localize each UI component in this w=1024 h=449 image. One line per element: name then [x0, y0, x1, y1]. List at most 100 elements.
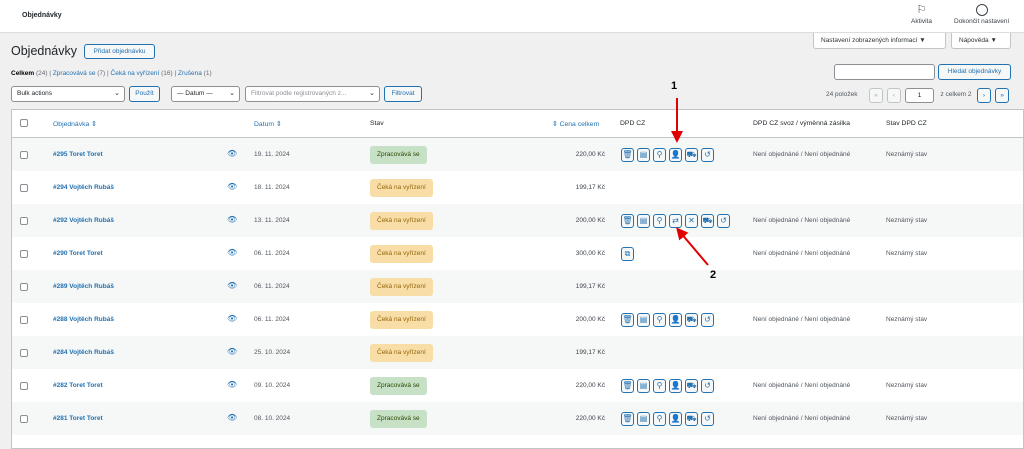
order-total: 199,17 Kč: [575, 283, 605, 290]
dpd-person-icon[interactable]: 👤: [669, 313, 682, 327]
eye-icon[interactable]: 👁: [227, 347, 237, 356]
search-orders-button[interactable]: Hledat objednávky: [938, 64, 1011, 80]
order-link[interactable]: #282 Toret Toret: [53, 382, 103, 389]
search-input[interactable]: [834, 64, 935, 80]
dpd-external-icon[interactable]: ⧉: [621, 247, 634, 261]
activity-button[interactable]: ⚐ Aktivita: [911, 4, 932, 25]
dpd-person-icon[interactable]: 👤: [669, 412, 682, 426]
prev-page-button[interactable]: ‹: [887, 88, 901, 103]
row-checkbox[interactable]: [20, 316, 28, 324]
order-link[interactable]: #288 Vojtěch Rubáš: [53, 316, 114, 323]
dpd-search-icon[interactable]: ⚲: [653, 148, 666, 162]
last-page-button[interactable]: »: [995, 88, 1009, 103]
dpd-doc-icon[interactable]: ▤: [637, 148, 650, 162]
eye-icon[interactable]: 👁: [227, 248, 237, 257]
dpd-truck-icon[interactable]: ⛟: [685, 313, 698, 327]
eye-icon[interactable]: 👁: [227, 149, 237, 158]
dpd-doc-icon[interactable]: ▤: [637, 412, 650, 426]
select-all-checkbox[interactable]: [20, 119, 28, 127]
dpd-trash-icon[interactable]: 🗑: [621, 412, 634, 426]
dpd-person-icon[interactable]: 👤: [669, 379, 682, 393]
dpd-doc-icon[interactable]: ▤: [637, 214, 650, 228]
dpd-close-icon[interactable]: ✕: [685, 214, 698, 228]
dpd-truck-icon[interactable]: ⛟: [701, 214, 714, 228]
dpd-doc-icon[interactable]: ▤: [637, 379, 650, 393]
dpd-trash-icon[interactable]: 🗑: [621, 214, 634, 228]
dpd-state: Neznámý stav: [886, 217, 928, 224]
order-total: 199,17 Kč: [575, 349, 605, 356]
dpd-search-icon[interactable]: ⚲: [653, 412, 666, 426]
eye-icon[interactable]: 👁: [227, 314, 237, 323]
apply-button[interactable]: Použít: [129, 86, 160, 102]
status-badge: Čeká na vyřízení: [370, 344, 433, 362]
dpd-doc-icon[interactable]: ▤: [637, 313, 650, 327]
row-checkbox[interactable]: [20, 283, 28, 291]
order-total: 300,00 Kč: [575, 250, 605, 257]
order-link[interactable]: #294 Vojtěch Rubáš: [53, 184, 114, 191]
column-order[interactable]: Objednávka ⇕: [53, 120, 97, 128]
column-total[interactable]: ⇕ Cena celkem: [552, 120, 599, 128]
dpd-search-icon[interactable]: ⚲: [653, 313, 666, 327]
date-filter-select[interactable]: — Datum — ⌄: [171, 86, 240, 102]
eye-icon[interactable]: 👁: [227, 413, 237, 422]
dpd-undo-icon[interactable]: ↺: [701, 412, 714, 426]
filter-button[interactable]: Filtrovat: [384, 86, 422, 102]
page-title: Objednávky: [11, 44, 78, 58]
add-order-button[interactable]: Přidat objednávku: [84, 44, 155, 59]
dpd-truck-icon[interactable]: ⛟: [685, 379, 698, 393]
dpd-undo-icon[interactable]: ↺: [701, 313, 714, 327]
bulk-actions-select[interactable]: Bulk actions ⌄: [11, 86, 125, 102]
dpd-search-icon[interactable]: ⚲: [653, 214, 666, 228]
dpd-state: Neznámý stav: [886, 382, 928, 389]
dpd-trash-icon[interactable]: 🗑: [621, 379, 634, 393]
first-page-button[interactable]: «: [869, 88, 883, 103]
dpd-person-icon[interactable]: 👤: [669, 148, 682, 162]
order-link[interactable]: #290 Toret Toret: [53, 250, 103, 257]
finish-setup-button[interactable]: Dokončit nastavení: [954, 4, 1009, 25]
dpd-pickup-status: Není objednáné / Není objednáné: [753, 415, 851, 422]
row-checkbox[interactable]: [20, 382, 28, 390]
order-total: 200,00 Kč: [575, 217, 605, 224]
order-link[interactable]: #281 Toret Toret: [53, 415, 103, 422]
dpd-swap-icon[interactable]: ⇄: [669, 214, 682, 228]
row-checkbox[interactable]: [20, 415, 28, 423]
dpd-trash-icon[interactable]: 🗑: [621, 148, 634, 162]
status-badge: Čeká na vyřízení: [370, 311, 433, 329]
table-header: Objednávka ⇕ Datum ⇕ Stav ⇕ Cena celkem …: [12, 110, 1023, 138]
row-checkbox[interactable]: [20, 349, 28, 357]
eye-icon[interactable]: 👁: [227, 281, 237, 290]
filter-processing[interactable]: Zpracovává se: [53, 70, 96, 77]
screen-options-button[interactable]: Nastavení zobrazených informací ▼: [813, 33, 946, 49]
order-total: 220,00 Kč: [575, 382, 605, 389]
current-page-input[interactable]: 1: [905, 88, 934, 103]
eye-icon[interactable]: 👁: [227, 215, 237, 224]
dpd-undo-icon[interactable]: ↺: [701, 379, 714, 393]
dpd-pickup-status: Není objednáné / Není objednáné: [753, 151, 851, 158]
row-checkbox[interactable]: [20, 217, 28, 225]
dpd-truck-icon[interactable]: ⛟: [685, 148, 698, 162]
dpd-trash-icon[interactable]: 🗑: [621, 313, 634, 327]
order-date: 18. 11. 2024: [254, 184, 290, 191]
order-date: 06. 11. 2024: [254, 283, 290, 290]
dpd-undo-icon[interactable]: ↺: [717, 214, 730, 228]
order-link[interactable]: #295 Toret Toret: [53, 151, 103, 158]
order-link[interactable]: #292 Vojtěch Rubáš: [53, 217, 114, 224]
eye-icon[interactable]: 👁: [227, 182, 237, 191]
row-checkbox[interactable]: [20, 250, 28, 258]
dpd-undo-icon[interactable]: ↺: [701, 148, 714, 162]
column-date[interactable]: Datum ⇕: [254, 120, 282, 128]
row-checkbox[interactable]: [20, 151, 28, 159]
filter-cancelled[interactable]: Zrušena: [178, 70, 202, 77]
orders-table: Objednávka ⇕ Datum ⇕ Stav ⇕ Cena celkem …: [11, 109, 1024, 449]
filter-all[interactable]: Celkem: [11, 70, 34, 77]
order-link[interactable]: #289 Vojtěch Rubáš: [53, 283, 114, 290]
next-page-button[interactable]: ›: [977, 88, 991, 103]
row-checkbox[interactable]: [20, 184, 28, 192]
order-link[interactable]: #284 Vojtěch Rubáš: [53, 349, 114, 356]
filter-on-hold[interactable]: Čeká na vyřízení: [111, 70, 160, 77]
eye-icon[interactable]: 👁: [227, 380, 237, 389]
dpd-search-icon[interactable]: ⚲: [653, 379, 666, 393]
customer-filter-select[interactable]: Filtrovat podle registrovaných z... ⌄: [245, 86, 380, 102]
dpd-truck-icon[interactable]: ⛟: [685, 412, 698, 426]
help-button[interactable]: Nápověda ▼: [951, 33, 1011, 49]
